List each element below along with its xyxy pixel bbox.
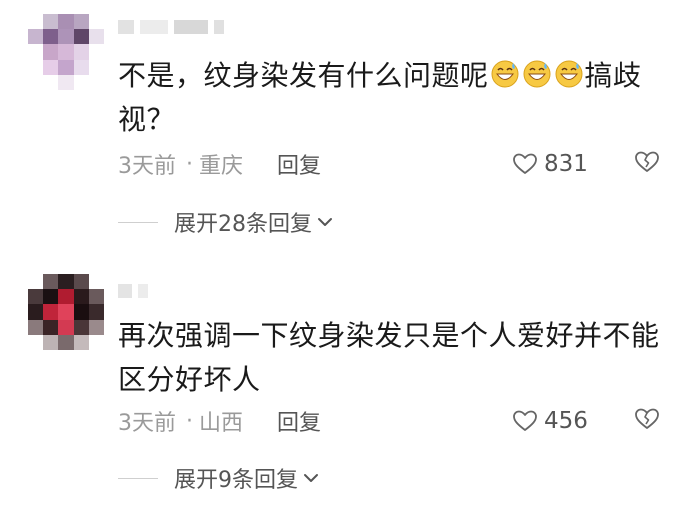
like-button[interactable]: 831	[512, 151, 588, 177]
username[interactable]	[118, 278, 248, 304]
comment-location: 重庆	[199, 154, 244, 179]
grinning-sweat-emoji-icon	[522, 58, 552, 88]
like-count: 456	[544, 408, 588, 434]
comment-time: 3天前	[118, 411, 176, 436]
heart-icon	[513, 410, 537, 431]
like-button[interactable]: 456	[512, 408, 588, 434]
comment-text-part: 不是，纹身染发有什么问题呢	[118, 59, 489, 92]
meta-separator: ·	[186, 408, 193, 434]
expand-replies-label: 展开28条回复	[174, 212, 312, 237]
reply-button[interactable]: 回复	[277, 148, 321, 180]
comment-meta: 3天前 · 山西 回复 456	[118, 404, 660, 438]
dislike-button[interactable]	[634, 407, 660, 437]
comment-item: 不是，纹身染发有什么问题呢 搞歧视？ 3天前 · 重庆 回复 831 展开28条回…	[0, 0, 700, 250]
expand-replies-button[interactable]: 展开9条回复	[118, 461, 320, 495]
dislike-button[interactable]	[634, 150, 660, 180]
avatar[interactable]	[28, 14, 104, 90]
username[interactable]	[118, 14, 248, 40]
comment-text: 不是，纹身染发有什么问题呢 搞歧视？	[118, 54, 663, 142]
broken-heart-icon	[635, 408, 659, 429]
grinning-sweat-emoji-icon	[554, 58, 584, 88]
divider-line	[118, 477, 158, 479]
reply-button[interactable]: 回复	[277, 405, 321, 437]
avatar[interactable]	[28, 274, 104, 350]
like-count: 831	[544, 151, 588, 177]
heart-icon	[513, 153, 537, 174]
comment-meta: 3天前 · 重庆 回复 831	[118, 147, 660, 181]
grinning-sweat-emoji-icon	[490, 58, 520, 88]
chevron-down-icon	[304, 474, 318, 482]
comment-location: 山西	[199, 411, 244, 436]
chevron-down-icon	[318, 218, 332, 226]
broken-heart-icon	[635, 151, 659, 172]
divider-line	[118, 221, 158, 223]
expand-replies-button[interactable]: 展开28条回复	[118, 205, 334, 239]
comment-time: 3天前	[118, 154, 176, 179]
comment-item: 再次强调一下纹身染发只是个人爱好并不能区分好坏人 3天前 · 山西 回复 456…	[0, 258, 700, 510]
meta-separator: ·	[186, 151, 193, 177]
expand-replies-label: 展开9条回复	[174, 468, 298, 493]
comment-text: 再次强调一下纹身染发只是个人爱好并不能区分好坏人	[118, 319, 660, 396]
